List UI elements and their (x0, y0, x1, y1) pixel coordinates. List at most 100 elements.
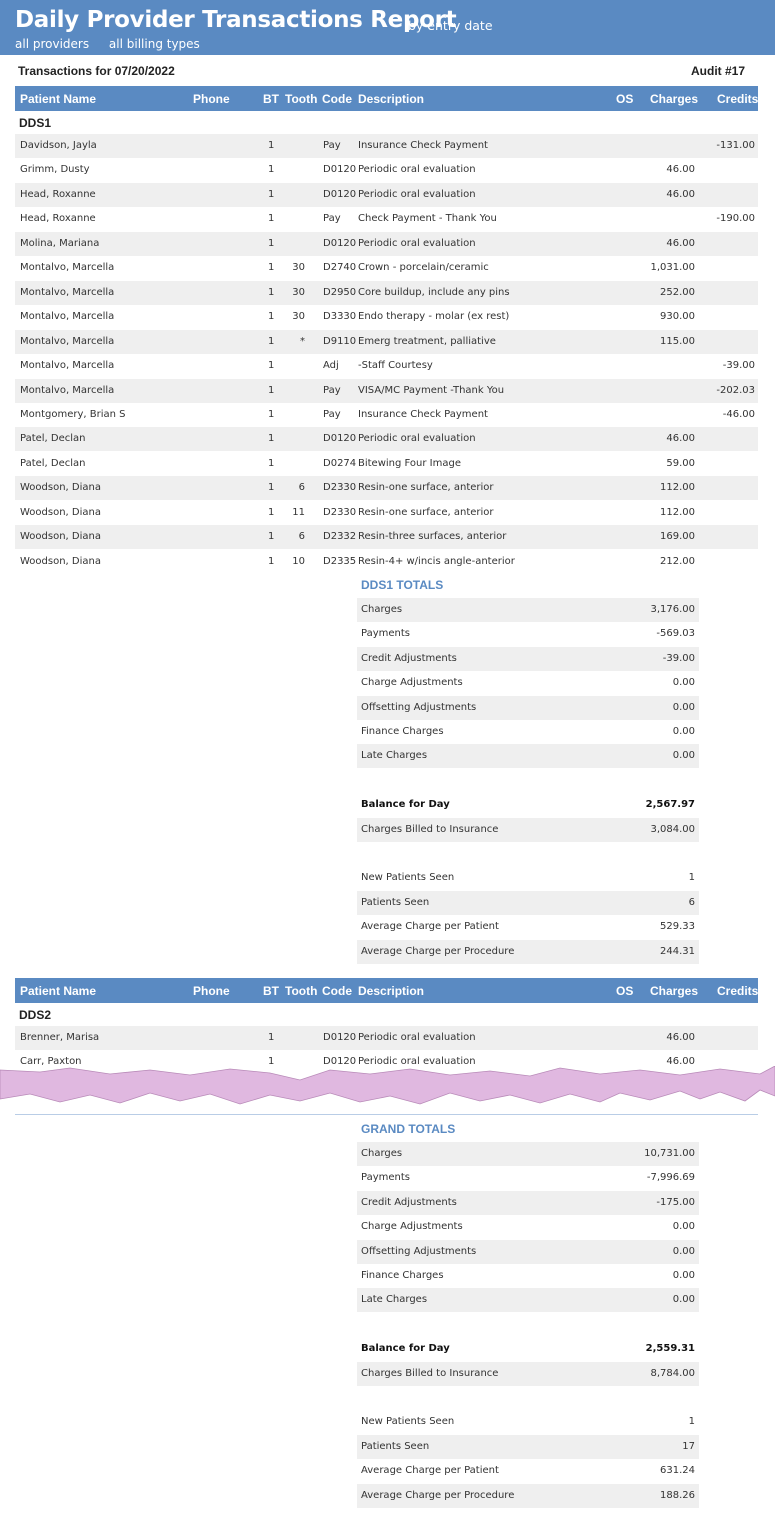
table-row: Montalvo, Marcella 1 30 D3330 Endo therapy -… (15, 305, 758, 329)
col-description: Description (358, 92, 425, 106)
procedure-code-cell: Pay (323, 384, 341, 396)
charges-cell: 46.00 (666, 1032, 695, 1043)
col-phone: Phone (193, 984, 230, 998)
totals-label: Finance Charges (361, 1270, 444, 1281)
totals-row-avg-patient: Average Charge per Patient 529.33 (357, 915, 699, 939)
description-cell: Resin-one surface, anterior (358, 482, 494, 494)
tooth-cell: 30 (292, 286, 305, 298)
totals-value: 0.00 (672, 750, 695, 762)
totals-value: 0.00 (672, 677, 695, 689)
tooth-cell: 30 (292, 262, 305, 274)
col-code: Code (322, 984, 352, 998)
charges-cell: 46.00 (666, 188, 695, 200)
totals-value: 0.00 (672, 701, 695, 713)
billing-type-cell: 1 (268, 506, 275, 518)
procedure-code-cell: D0120 (323, 1032, 357, 1043)
totals-label: New Patients Seen (361, 1416, 455, 1428)
procedure-code-cell: Adj (323, 360, 339, 372)
provider-heading: DDS2 (19, 1008, 52, 1022)
totals-label: Average Charge per Patient (361, 921, 499, 933)
totals-value: 0.00 (672, 1221, 695, 1233)
billing-type-cell: 1 (268, 213, 275, 225)
col-bt: BT (263, 984, 279, 998)
tooth-cell: * (300, 335, 305, 347)
patient-name-cell: Grimm, Dusty (20, 164, 90, 176)
totals-value: 6 (688, 896, 695, 908)
procedure-code-cell: Pay (323, 408, 341, 420)
billing-type-cell: 1 (268, 482, 275, 494)
totals-row-credit-adj: Credit Adjustments -39.00 (357, 646, 699, 671)
totals-value: 2,567.97 (645, 799, 695, 811)
procedure-code-cell: D2950 (323, 286, 357, 298)
billing-type-cell: 1 (268, 531, 275, 543)
table-row: Woodson, Diana 1 10 D2335 Resin-4+ w/incis a… (15, 550, 758, 574)
totals-label: Average Charge per Patient (361, 1465, 499, 1477)
totals-row-charges: Charges 10,731.00 (357, 1142, 699, 1166)
totals-label: Patients Seen (361, 1440, 430, 1452)
description-cell: Resin-4+ w/incis angle-anterior (358, 555, 515, 567)
tooth-cell: 30 (292, 311, 305, 323)
col-tooth: Tooth (285, 92, 318, 106)
table-row: Head, Roxanne 1 D0120 Periodic oral evaluat… (15, 182, 758, 207)
charges-cell: 46.00 (666, 164, 695, 176)
totals-value: -569.03 (656, 628, 695, 640)
description-cell: Periodic oral evaluation (358, 164, 476, 176)
tooth-cell: 6 (298, 531, 305, 543)
report-banner: Daily Provider Transactions Report by en… (0, 0, 775, 55)
procedure-code-cell: D0120 (323, 164, 357, 176)
audit-number: Audit #17 (691, 64, 746, 78)
table-row: Head, Roxanne 1 Pay Check Payment - Thank Y… (15, 207, 758, 231)
description-cell: Crown - porcelain/ceramic (358, 262, 489, 274)
description-cell: Core buildup, include any pins (358, 286, 510, 298)
patient-name-cell: Davidson, Jayla (20, 140, 97, 151)
totals-label: Balance for Day (361, 799, 450, 811)
description-cell: VISA/MC Payment -Thank You (358, 384, 505, 396)
description-cell: Emerg treatment, palliative (358, 335, 496, 347)
column-header-row: Patient Name Phone BT Tooth Code Descrip… (15, 86, 758, 111)
table-row: Montalvo, Marcella 1 Pay VISA/MC Payment -T… (15, 378, 758, 403)
totals-value: 2,559.31 (645, 1343, 695, 1355)
totals-label: New Patients Seen (361, 872, 455, 884)
totals-row-balance: Balance for Day 2,559.31 (357, 1337, 699, 1361)
totals-label: Finance Charges (361, 726, 444, 737)
billing-type-cell: 1 (268, 335, 275, 347)
procedure-code-cell: D2330 (323, 506, 357, 518)
totals-value: 3,176.00 (650, 604, 695, 615)
description-cell: Resin-one surface, anterior (358, 506, 494, 518)
transactions-date: Transactions for 07/20/2022 (18, 64, 175, 78)
totals-value: -7,996.69 (646, 1172, 695, 1184)
totals-value: 0.00 (672, 726, 695, 737)
charges-cell: 59.00 (666, 457, 695, 469)
billing-type-cell: 1 (268, 286, 275, 298)
totals-row-avg-procedure: Average Charge per Procedure 188.26 (357, 1483, 699, 1508)
description-cell: Insurance Check Payment (358, 140, 488, 151)
totals-label: Charge Adjustments (361, 677, 463, 689)
procedure-code-cell: D2740 (323, 262, 357, 274)
totals-label: Offsetting Adjustments (361, 1245, 477, 1257)
col-tooth: Tooth (285, 984, 318, 998)
col-charges: Charges (650, 984, 699, 998)
patient-name-cell: Montalvo, Marcella (20, 360, 115, 372)
credits-cell: -131.00 (716, 140, 755, 151)
table-row: Brenner, Marisa 1 D0120 Periodic oral evalu… (15, 1026, 758, 1050)
procedure-code-cell: D0120 (323, 237, 357, 249)
procedure-code-cell: D9110 (323, 335, 357, 347)
totals-row-offset-adj: Offsetting Adjustments 0.00 (357, 1239, 699, 1264)
table-row: Grimm, Dusty 1 D0120 Periodic oral evaluati… (15, 158, 758, 182)
table-row: Montalvo, Marcella 1 Adj -Staff Courtesy -39… (15, 354, 758, 378)
totals-row-finance: Finance Charges 0.00 (357, 720, 699, 744)
column-header-row: Patient Name Phone BT Tooth Code Descrip… (15, 978, 758, 1003)
totals-label: Payments (361, 628, 410, 640)
col-credits: Credits (717, 984, 759, 998)
procedure-code-cell: D2332 (323, 531, 357, 543)
totals-value: 1 (688, 872, 695, 884)
totals-label: Patients Seen (361, 896, 430, 908)
filter-billing-types: all billing types (108, 37, 200, 51)
totals-row-avg-patient: Average Charge per Patient 631.24 (357, 1459, 699, 1483)
table-row: Patel, Declan 1 D0120 Periodic oral evaluat… (15, 427, 758, 452)
col-charges: Charges (650, 92, 699, 106)
col-bt: BT (263, 92, 279, 106)
charges-cell: 46.00 (666, 433, 695, 445)
grand-totals-separator (15, 1114, 758, 1115)
charges-cell: 112.00 (660, 506, 695, 518)
